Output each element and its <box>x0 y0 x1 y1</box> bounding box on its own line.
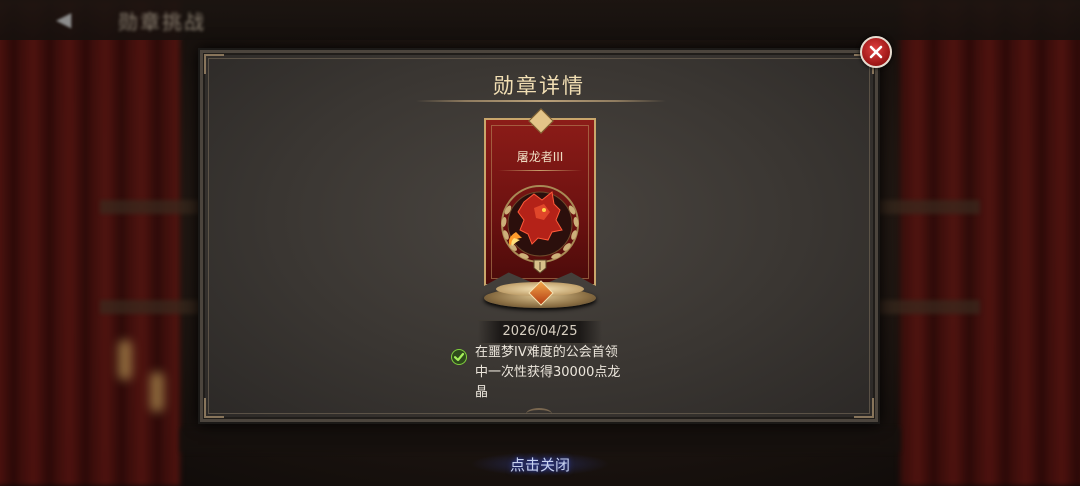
corner-ornament <box>854 398 874 418</box>
corner-ornament <box>204 398 224 418</box>
close-button[interactable] <box>860 36 892 68</box>
condition-line: 晶 <box>475 385 489 400</box>
condition-line: 在噩梦IV难度的公会首领 <box>475 345 618 360</box>
red-dragon-emblem-icon <box>501 185 579 274</box>
background-bottom-bar <box>180 428 900 452</box>
medal-name: 屠龙者III <box>516 150 564 164</box>
medal-condition: 在噩梦IV难度的公会首领 中一次性获得30000点龙 晶 <box>475 343 635 403</box>
background-candle <box>118 340 132 380</box>
check-icon <box>451 349 467 365</box>
dialog-title: 勋章详情 <box>493 74 585 98</box>
right-curtain <box>900 0 1080 486</box>
back-button[interactable]: ◀ <box>56 8 90 30</box>
left-curtain <box>0 0 180 486</box>
medal-display: 屠龙者III <box>476 108 604 312</box>
title-divider <box>416 100 666 102</box>
background-page-title: 勋章挑战 <box>118 10 206 34</box>
medal-name-divider <box>498 170 582 171</box>
background-candle <box>150 372 164 412</box>
bottom-ornament <box>526 408 552 420</box>
close-icon <box>869 45 883 59</box>
condition-line: 中一次性获得30000点龙 <box>475 365 621 380</box>
tap-to-close-button[interactable]: 点击关闭 <box>0 454 1080 475</box>
earned-date: 2026/04/25 <box>478 320 602 344</box>
